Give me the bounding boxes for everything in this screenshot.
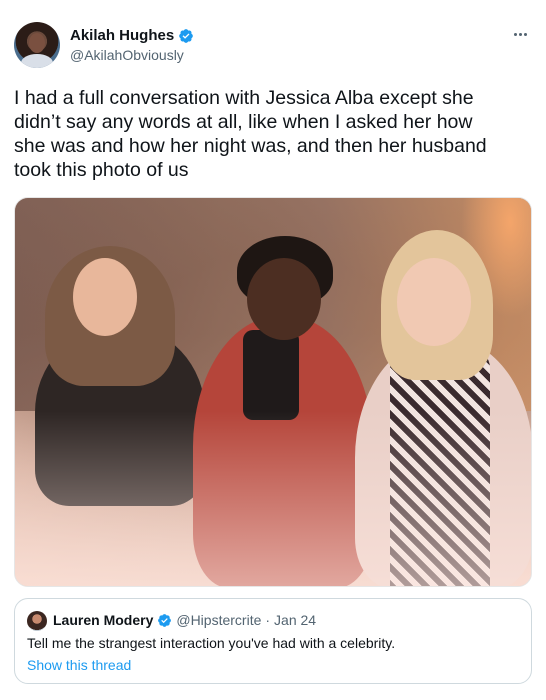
tweet-text: I had a full conversation with Jessica A… bbox=[14, 87, 487, 181]
quote-author-handle[interactable]: @Hipstercrite bbox=[176, 612, 261, 628]
author-name[interactable]: Akilah Hughes bbox=[70, 27, 174, 44]
quote-date[interactable]: Jan 24 bbox=[274, 612, 316, 628]
avatar-shoulders bbox=[21, 54, 53, 68]
more-dot bbox=[523, 32, 527, 36]
person-middle-shirt bbox=[243, 330, 299, 420]
more-dot bbox=[518, 32, 522, 36]
author-avatar[interactable] bbox=[14, 22, 60, 68]
person-right-face bbox=[397, 258, 471, 346]
more-horizontal-icon[interactable] bbox=[510, 24, 530, 44]
person-middle-face bbox=[247, 258, 321, 340]
quote-author-name[interactable]: Lauren Modery bbox=[53, 612, 153, 628]
quoted-tweet[interactable]: Lauren Modery @Hipstercrite · Jan 24 Tel… bbox=[14, 598, 532, 684]
verified-badge-icon bbox=[179, 28, 194, 43]
quote-avatar[interactable] bbox=[27, 611, 47, 631]
quote-separator: · bbox=[265, 612, 271, 628]
verified-badge-icon bbox=[158, 613, 172, 627]
author-handle[interactable]: @AkilahObviously bbox=[70, 47, 184, 63]
person-left-face bbox=[73, 258, 137, 336]
quote-text: Tell me the strangest interaction you've… bbox=[27, 635, 396, 651]
tweet-photo[interactable] bbox=[14, 197, 532, 587]
show-thread-link[interactable]: Show this thread bbox=[27, 657, 131, 673]
more-dot bbox=[513, 32, 517, 36]
quote-header: Lauren Modery @Hipstercrite · Jan 24 bbox=[53, 612, 316, 628]
tweet: Akilah Hughes @AkilahObviously I had a f… bbox=[0, 0, 546, 700]
photo-glow bbox=[15, 411, 531, 586]
author-name-row: Akilah Hughes bbox=[70, 27, 194, 44]
avatar-face bbox=[29, 33, 45, 53]
